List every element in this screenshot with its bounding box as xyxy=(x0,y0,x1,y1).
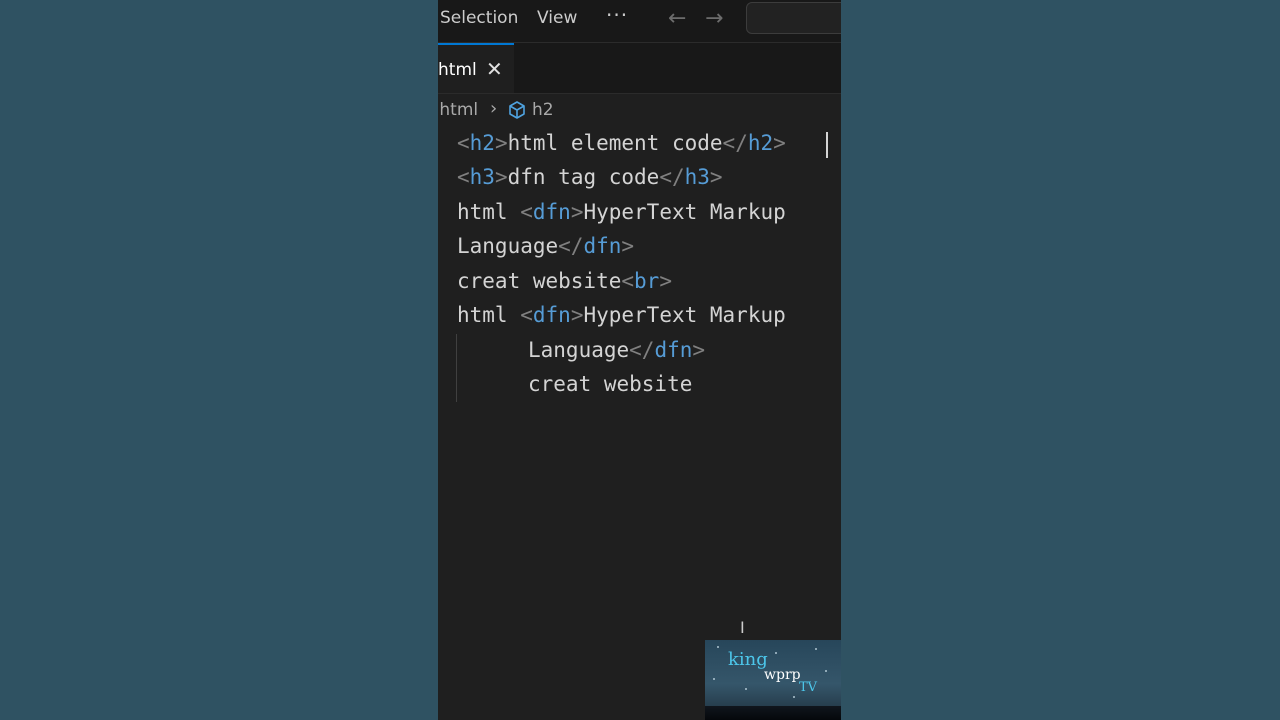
command-center-search[interactable] xyxy=(746,2,841,34)
tag-name: h3 xyxy=(684,165,710,189)
code-line: html <dfn>HyperText Markup xyxy=(457,303,786,327)
code-text: creat website xyxy=(457,269,622,293)
mouse-ibeam-icon: I xyxy=(740,618,745,637)
cube-icon xyxy=(509,101,525,119)
tag-name: h2 xyxy=(747,131,774,155)
menu-selection[interactable]: Selection xyxy=(440,8,518,28)
tab-label: html xyxy=(438,60,477,80)
ellipsis-icon[interactable]: ··· xyxy=(606,3,628,27)
chevron-right-icon: › xyxy=(490,98,498,119)
code-text: creat website xyxy=(528,372,693,396)
code-line: <h3>dfn tag code</h3> xyxy=(457,165,723,189)
code-text: HyperText Markup xyxy=(583,200,786,224)
code-text: html element code xyxy=(507,131,723,155)
code-line: Language</dfn> xyxy=(457,234,635,258)
tab-html-file[interactable]: html ✕ xyxy=(438,43,514,93)
close-icon[interactable]: ✕ xyxy=(486,57,503,81)
code-text: dfn tag code xyxy=(507,165,660,189)
code-text: html xyxy=(457,200,521,224)
code-line: creat website xyxy=(528,367,692,401)
tag-name: dfn xyxy=(654,338,693,362)
indent-guide xyxy=(456,334,457,402)
code-line: Language</dfn> xyxy=(528,338,706,362)
title-bar: Selection View ··· ← → xyxy=(438,0,841,43)
left-backdrop xyxy=(0,0,438,720)
code-line: <h2>html element code</h2> xyxy=(457,131,786,155)
watermark-text-tv: TV xyxy=(799,680,818,695)
tab-bar: html ✕ xyxy=(438,43,841,94)
tag-name: dfn xyxy=(532,303,571,327)
arrow-right-icon[interactable]: → xyxy=(705,6,723,31)
tag-name: h2 xyxy=(469,131,495,155)
code-text: Language xyxy=(457,234,559,258)
code-text: HyperText Markup xyxy=(583,303,786,327)
right-backdrop xyxy=(841,0,1280,720)
breadcrumb-file[interactable]: .html xyxy=(438,100,478,120)
breadcrumb-element[interactable]: h2 xyxy=(532,100,554,120)
tag-name: dfn xyxy=(532,200,571,224)
watermark-text-king: king xyxy=(728,649,768,670)
channel-watermark-logo: king wprp TV xyxy=(705,640,841,720)
tag-name: h3 xyxy=(469,165,495,189)
tag-name: br xyxy=(634,269,660,293)
code-text: html xyxy=(457,303,521,327)
code-line: html <dfn>HyperText Markup xyxy=(457,200,786,224)
code-text: Language xyxy=(528,338,630,362)
arrow-left-icon[interactable]: ← xyxy=(668,6,686,31)
text-cursor xyxy=(826,132,828,158)
tag-name: dfn xyxy=(583,234,622,258)
watermark-text-wprp: wprp xyxy=(764,667,801,683)
watermark-landscape xyxy=(705,706,841,720)
code-line: creat website<br> xyxy=(457,269,672,293)
code-editor-window: Selection View ··· ← → html ✕ .html › h2… xyxy=(438,0,841,720)
menu-view[interactable]: View xyxy=(537,8,577,28)
